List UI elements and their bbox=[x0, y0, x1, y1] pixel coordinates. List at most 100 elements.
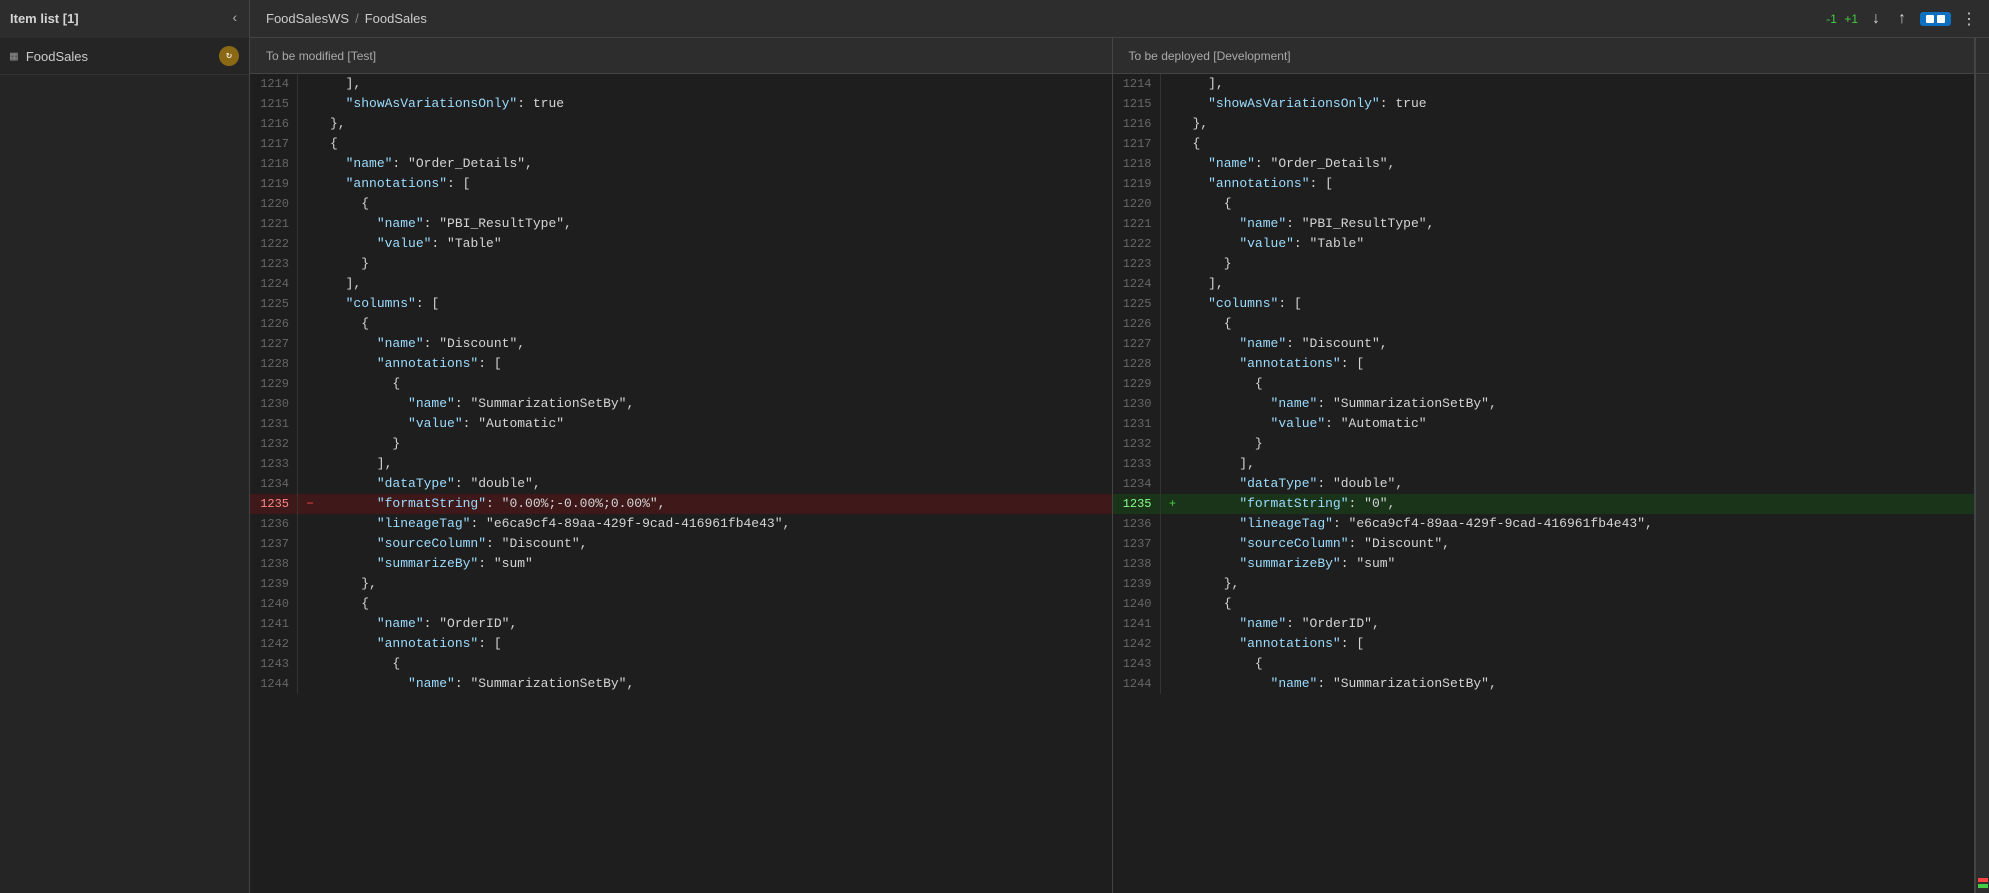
table-row: 1237 "sourceColumn": "Discount", bbox=[250, 534, 1112, 554]
line-number: 1215 bbox=[1113, 94, 1161, 114]
table-row: 1236 "lineageTag": "e6ca9cf4-89aa-429f-9… bbox=[1113, 514, 1975, 534]
more-options-button[interactable]: ⋮ bbox=[1961, 9, 1977, 29]
table-row: 1219 "annotations": [ bbox=[1113, 174, 1975, 194]
gutter bbox=[298, 594, 322, 614]
line-content: ], bbox=[1185, 74, 1224, 94]
line-content: "name": "PBI_ResultType", bbox=[1185, 214, 1435, 234]
line-content: }, bbox=[1185, 574, 1240, 594]
table-row: 1242 "annotations": [ bbox=[1113, 634, 1975, 654]
line-content: { bbox=[1185, 374, 1263, 394]
table-row: 1234 "dataType": "double", bbox=[250, 474, 1112, 494]
sidebar-item-badge: ↻ bbox=[219, 46, 239, 66]
line-number: 1241 bbox=[250, 614, 298, 634]
left-pane[interactable]: 1214 ], 1215 "showAsVariationsOnly": tru… bbox=[250, 74, 1113, 893]
line-number: 1240 bbox=[250, 594, 298, 614]
line-content: { bbox=[322, 654, 400, 674]
line-number: 1228 bbox=[250, 354, 298, 374]
gutter bbox=[1161, 594, 1185, 614]
line-content: ], bbox=[322, 274, 361, 294]
left-pane-header: To be modified [Test] bbox=[250, 38, 1113, 73]
ruler-mark-added bbox=[1978, 884, 1988, 888]
gutter bbox=[1161, 374, 1185, 394]
table-row: 1221 "name": "PBI_ResultType", bbox=[250, 214, 1112, 234]
right-pane[interactable]: 1214 ], 1215 "showAsVariationsOnly": tru… bbox=[1113, 74, 1976, 893]
table-row: 1243 { bbox=[250, 654, 1112, 674]
line-content: } bbox=[322, 434, 400, 454]
gutter bbox=[1161, 174, 1185, 194]
line-number: 1225 bbox=[250, 294, 298, 314]
gutter bbox=[1161, 134, 1185, 154]
sidebar-item-foodsales[interactable]: ▦ FoodSales ↻ bbox=[0, 38, 249, 75]
overview-ruler-spacer bbox=[1975, 38, 1989, 73]
table-row: 1215 "showAsVariationsOnly": true bbox=[1113, 94, 1975, 114]
line-content: "summarizeBy": "sum" bbox=[322, 554, 533, 574]
table-row: 1227 "name": "Discount", bbox=[1113, 334, 1975, 354]
line-content: "formatString": "0.00%;-0.00%;0.00%", bbox=[322, 494, 665, 514]
table-row: 1228 "annotations": [ bbox=[1113, 354, 1975, 374]
table-row: 1238 "summarizeBy": "sum" bbox=[1113, 554, 1975, 574]
table-row: 1228 "annotations": [ bbox=[250, 354, 1112, 374]
line-number: 1228 bbox=[1113, 354, 1161, 374]
gutter bbox=[298, 74, 322, 94]
line-content: "name": "Discount", bbox=[1185, 334, 1388, 354]
line-number: 1237 bbox=[1113, 534, 1161, 554]
gutter bbox=[1161, 274, 1185, 294]
gutter bbox=[1161, 654, 1185, 674]
line-number: 1238 bbox=[250, 554, 298, 574]
table-row: 1230 "name": "SummarizationSetBy", bbox=[1113, 394, 1975, 414]
gutter bbox=[298, 134, 322, 154]
line-number: 1240 bbox=[1113, 594, 1161, 614]
table-row: 1223 } bbox=[250, 254, 1112, 274]
gutter bbox=[1161, 94, 1185, 114]
diff-code-area: 1214 ], 1215 "showAsVariationsOnly": tru… bbox=[250, 74, 1989, 893]
table-row: 1226 { bbox=[250, 314, 1112, 334]
table-row: 1239 }, bbox=[1113, 574, 1975, 594]
table-row: 1234 "dataType": "double", bbox=[1113, 474, 1975, 494]
line-number: 1229 bbox=[250, 374, 298, 394]
line-content: "sourceColumn": "Discount", bbox=[1185, 534, 1450, 554]
line-content: "name": "Discount", bbox=[322, 334, 525, 354]
gutter bbox=[1161, 414, 1185, 434]
line-content: "columns": [ bbox=[322, 294, 439, 314]
line-content: "summarizeBy": "sum" bbox=[1185, 554, 1396, 574]
diff-next-button[interactable]: ↑ bbox=[1894, 8, 1910, 30]
gutter: + bbox=[1161, 494, 1185, 514]
gutter bbox=[298, 454, 322, 474]
table-row: 1218 "name": "Order_Details", bbox=[250, 154, 1112, 174]
line-content: "dataType": "double", bbox=[1185, 474, 1404, 494]
view-icon-1 bbox=[1926, 15, 1934, 23]
table-row: 1230 "name": "SummarizationSetBy", bbox=[250, 394, 1112, 414]
table-row: 1224 ], bbox=[250, 274, 1112, 294]
line-number: 1227 bbox=[250, 334, 298, 354]
top-header: Item list [1] ‹ FoodSalesWS / FoodSales … bbox=[0, 0, 1989, 38]
line-content: ], bbox=[322, 74, 361, 94]
line-content: { bbox=[322, 314, 369, 334]
line-content: "sourceColumn": "Discount", bbox=[322, 534, 587, 554]
table-row: 1235 + "formatString": "0", bbox=[1113, 494, 1975, 514]
gutter bbox=[298, 154, 322, 174]
gutter bbox=[1161, 434, 1185, 454]
line-content: "name": "OrderID", bbox=[322, 614, 517, 634]
gutter bbox=[1161, 394, 1185, 414]
view-toggle-button[interactable] bbox=[1920, 12, 1951, 26]
line-content: { bbox=[1185, 194, 1232, 214]
table-row: 1235 − "formatString": "0.00%;-0.00%;0.0… bbox=[250, 494, 1112, 514]
gutter bbox=[298, 374, 322, 394]
line-number: 1220 bbox=[1113, 194, 1161, 214]
line-content: "annotations": [ bbox=[322, 634, 502, 654]
line-content: "dataType": "double", bbox=[322, 474, 541, 494]
collapse-sidebar-icon[interactable]: ‹ bbox=[231, 11, 239, 27]
line-number: 1235 bbox=[250, 494, 298, 514]
overview-ruler bbox=[1975, 74, 1989, 893]
line-number: 1235 bbox=[1113, 494, 1161, 514]
table-row: 1239 }, bbox=[250, 574, 1112, 594]
line-number: 1224 bbox=[250, 274, 298, 294]
gutter bbox=[1161, 454, 1185, 474]
line-content: "formatString": "0", bbox=[1185, 494, 1396, 514]
line-content: ], bbox=[322, 454, 392, 474]
table-row: 1225 "columns": [ bbox=[250, 294, 1112, 314]
line-number: 1214 bbox=[250, 74, 298, 94]
gutter bbox=[298, 274, 322, 294]
line-number: 1224 bbox=[1113, 274, 1161, 294]
diff-prev-button[interactable]: ↓ bbox=[1868, 8, 1884, 30]
